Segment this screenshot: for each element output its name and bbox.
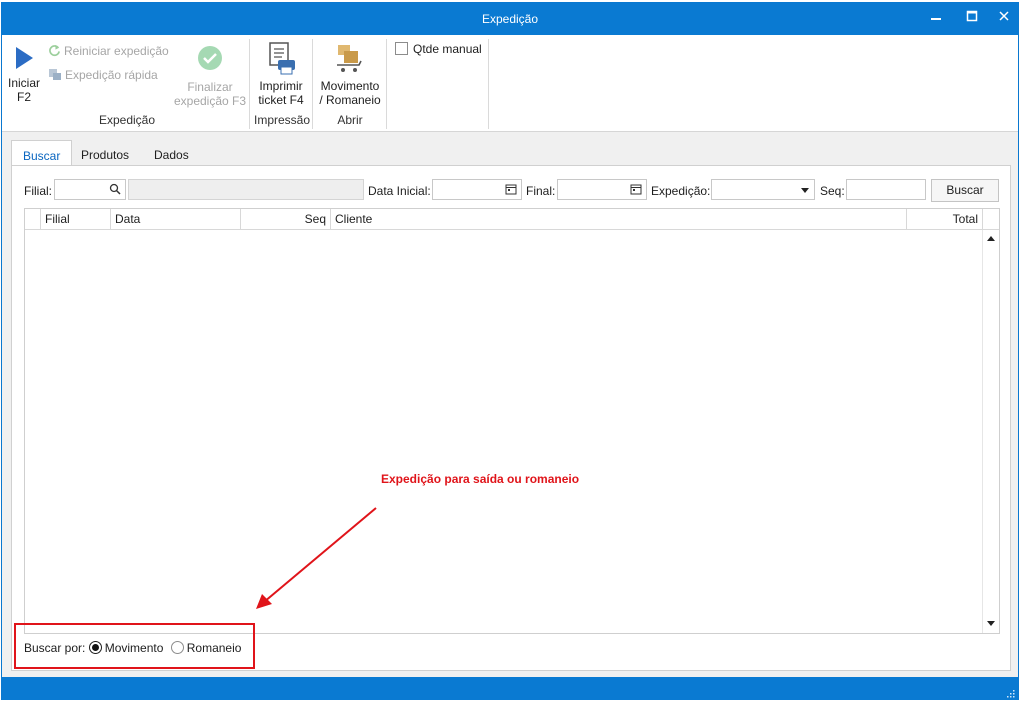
close-icon[interactable] — [994, 9, 1014, 27]
column-header-data[interactable]: Data — [111, 209, 241, 230]
column-header-seq[interactable]: Seq — [241, 209, 331, 230]
buscar-panel: Filial: Data Inicial: Final: Expedição: — [11, 165, 1011, 671]
imprimir-label-2: ticket F4 — [258, 93, 304, 107]
boxes-cart-icon — [337, 45, 362, 72]
checkbox-box[interactable] — [395, 42, 408, 55]
column-header-total[interactable]: Total — [907, 209, 983, 230]
finalizar-label-2: expedição F3 — [173, 94, 247, 108]
imprimir-ticket-button[interactable]: Imprimir ticket F4 — [254, 41, 308, 107]
final-label: Final: — [526, 184, 556, 198]
annotation-text: Expedição para saída ou romaneio — [381, 472, 580, 486]
tab-dados[interactable]: Dados — [143, 140, 200, 166]
calendar-icon[interactable] — [505, 183, 517, 198]
annotation-arrow — [256, 507, 377, 609]
filial-name-field — [128, 179, 364, 200]
vertical-scrollbar[interactable] — [982, 230, 999, 633]
ribbon: Iniciar F2 Reiniciar expedição Expedição… — [2, 35, 1018, 132]
buscar-button[interactable]: Buscar — [931, 179, 999, 202]
expedicao-group-label: Expedição — [98, 113, 156, 127]
expedicao-window: Expedição Iniciar F2 Reiniciar expedição… — [1, 2, 1019, 700]
iniciar-button[interactable]: Iniciar F2 — [6, 45, 42, 104]
reiniciar-button[interactable]: Reiniciar expedição — [48, 44, 169, 58]
tab-produtos[interactable]: Produtos — [70, 140, 140, 166]
window-title: Expedição — [481, 12, 539, 26]
iniciar-label-1: Iniciar — [7, 76, 40, 90]
filial-input[interactable] — [54, 179, 126, 200]
movimento-romaneio-button[interactable]: Movimento / Romaneio — [315, 41, 385, 107]
expedicao-rapida-button[interactable]: Expedição rápida — [48, 68, 158, 82]
group-separator — [249, 39, 250, 129]
data-inicial-input[interactable] — [432, 179, 522, 200]
check-circle-icon — [198, 46, 222, 70]
data-inicial-label: Data Inicial: — [368, 184, 431, 198]
imprimir-label-1: Imprimir — [259, 79, 303, 93]
results-grid[interactable]: Filial Data Seq Cliente Total — [24, 208, 1000, 634]
finalizar-label-1: Finalizar — [187, 80, 233, 94]
seq-input[interactable] — [846, 179, 926, 200]
expedicao-rapida-label: Expedição rápida — [65, 68, 158, 82]
filial-label: Filial: — [24, 184, 53, 198]
status-bar — [2, 677, 1018, 700]
group-separator — [312, 39, 313, 129]
printer-icon — [269, 42, 295, 75]
row-indicator-header — [25, 209, 41, 230]
scroll-down-icon[interactable] — [987, 620, 995, 629]
movimento-label-2: / Romaneio — [319, 93, 381, 107]
grid-header: Filial Data Seq Cliente Total — [25, 209, 999, 230]
maximize-icon[interactable] — [962, 9, 982, 27]
search-icon[interactable] — [109, 183, 121, 198]
qtde-manual-checkbox[interactable]: Qtde manual — [395, 42, 482, 56]
resize-grip-icon[interactable] — [1006, 689, 1015, 698]
iniciar-label-2: F2 — [16, 90, 31, 104]
expedicao-select[interactable] — [711, 179, 815, 200]
radio-icon[interactable] — [88, 641, 102, 654]
qtde-manual-label: Qtde manual — [413, 42, 482, 56]
column-header-filial[interactable]: Filial — [41, 209, 111, 230]
minimize-icon[interactable] — [926, 9, 946, 27]
refresh-icon — [49, 44, 60, 57]
radio-movimento-label: Movimento — [104, 641, 164, 655]
finalizar-button[interactable]: Finalizar expedição F3 — [172, 45, 248, 108]
seq-label: Seq: — [820, 184, 845, 198]
tab-buscar[interactable]: Buscar — [11, 140, 73, 166]
reiniciar-label: Reiniciar expedição — [64, 44, 169, 58]
radio-romaneio[interactable]: Romaneio — [170, 641, 242, 655]
scroll-up-icon[interactable] — [987, 234, 995, 243]
radio-movimento[interactable]: Movimento — [88, 641, 164, 655]
abrir-group-label: Abrir — [337, 113, 363, 127]
search-by-label: Buscar por: — [24, 641, 86, 655]
play-icon — [16, 47, 33, 69]
expedicao-filter-label: Expedição: — [651, 184, 711, 198]
title-bar[interactable]: Expedição — [2, 3, 1018, 35]
calendar-icon[interactable] — [630, 183, 642, 198]
quick-expedition-icon — [49, 69, 61, 80]
search-by-group: Buscar por: Movimento Romaneio — [24, 641, 241, 655]
group-separator — [386, 39, 387, 129]
radio-icon[interactable] — [170, 641, 184, 654]
chevron-down-icon[interactable] — [800, 184, 810, 198]
data-final-input[interactable] — [557, 179, 647, 200]
movimento-label-1: Movimento — [320, 79, 380, 93]
radio-romaneio-label: Romaneio — [186, 641, 242, 655]
group-separator — [488, 39, 489, 129]
impressao-group-label: Impressão — [253, 113, 311, 127]
main-content: Buscar Produtos Dados Filial: Data Inici… — [2, 132, 1018, 677]
column-header-cliente[interactable]: Cliente — [331, 209, 907, 230]
